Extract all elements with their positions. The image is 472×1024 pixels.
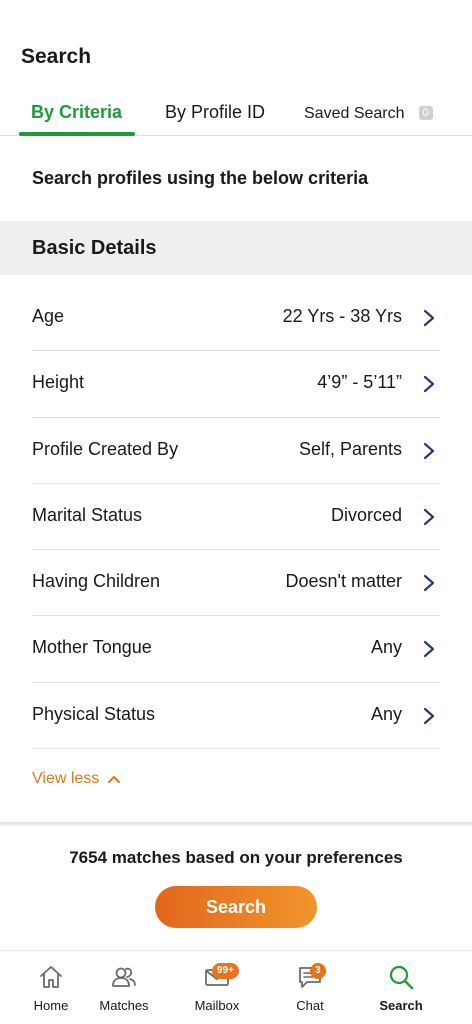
criteria-value: 22 Yrs - 38 Yrs	[282, 306, 402, 326]
criteria-row-height[interactable]: Height 4’9” - 5’11”	[32, 351, 440, 418]
home-icon	[40, 966, 62, 988]
criteria-label: Physical Status	[32, 703, 156, 724]
criteria-row-profile-created-by[interactable]: Profile Created By Self, Parents	[32, 418, 440, 484]
view-less-link[interactable]: View less	[32, 770, 121, 788]
criteria-row-age[interactable]: Age 22 Yrs - 38 Yrs	[32, 285, 440, 352]
nav-label-mailbox: Mailbox	[194, 998, 240, 1013]
matches-count-text: 7654 matches based on your preferences	[69, 848, 403, 867]
nav-label-home: Home	[33, 998, 69, 1013]
search-button[interactable]: Search	[155, 886, 317, 928]
criteria-label: Having Children	[32, 571, 161, 592]
saved-search-count-badge: 0	[418, 106, 433, 120]
nav-item-home[interactable]: Home	[22, 951, 80, 1024]
criteria-value: Divorced	[330, 504, 402, 525]
tab-saved-search[interactable]: Saved Search 0	[304, 105, 433, 139]
criteria-label: Age	[32, 306, 65, 326]
chevron-up-icon	[108, 776, 121, 783]
chevron-right-icon	[423, 508, 435, 525]
criteria-list: Age 22 Yrs - 38 Yrs Height 4’9” - 5’11” …	[32, 285, 440, 750]
chevron-right-icon	[423, 641, 435, 658]
criteria-value: Self, Parents	[298, 438, 402, 459]
criteria-row-having-children[interactable]: Having Children Doesn't matter	[32, 550, 440, 617]
view-less-label: View less	[32, 770, 100, 787]
chevron-right-icon	[423, 309, 435, 327]
criteria-subtitle: Search profiles using the below criteria	[32, 168, 369, 188]
criteria-row-mother-tongue[interactable]: Mother Tongue Any	[32, 616, 440, 683]
page-title: Search	[21, 45, 92, 68]
tab-active-underline	[19, 132, 135, 136]
tab-by-profile-id[interactable]: By Profile ID	[165, 102, 265, 136]
nav-item-matches[interactable]: Matches	[90, 951, 158, 1024]
nav-item-mailbox[interactable]: 99+ Mailbox	[182, 951, 252, 1024]
tab-by-criteria[interactable]: By Criteria	[31, 102, 122, 136]
criteria-label: Marital Status	[32, 504, 143, 525]
bottom-navigation: Home Matches 99+ Mailbox 3 Chat Search	[0, 950, 472, 1024]
bottom-panel-divider	[0, 822, 472, 826]
nav-label-chat: Chat	[296, 998, 324, 1013]
criteria-value: Doesn't matter	[285, 571, 402, 592]
mailbox-badge: 99+	[212, 963, 239, 979]
tab-saved-search-label: Saved Search	[304, 105, 405, 122]
criteria-label: Height	[32, 372, 85, 393]
search-icon	[389, 965, 414, 990]
chat-badge: 3	[310, 963, 326, 979]
nav-item-chat[interactable]: 3 Chat	[282, 951, 338, 1024]
chevron-right-icon	[423, 442, 435, 459]
chevron-right-icon	[423, 707, 435, 724]
criteria-label: Profile Created By	[32, 438, 179, 459]
criteria-row-physical-status[interactable]: Physical Status Any	[32, 683, 440, 750]
nav-item-search[interactable]: Search	[370, 951, 432, 1024]
section-title: Basic Details	[32, 237, 157, 259]
criteria-value: 4’9” - 5’11”	[317, 372, 402, 393]
criteria-value: Any	[370, 703, 402, 724]
criteria-row-marital-status[interactable]: Marital Status Divorced	[32, 484, 440, 551]
tab-bar: By Criteria By Profile ID Saved Search 0	[0, 96, 472, 136]
section-header: Basic Details	[0, 221, 472, 275]
criteria-value: Any	[370, 637, 402, 658]
users-icon	[112, 967, 136, 987]
chevron-right-icon	[423, 376, 435, 393]
nav-label-search: Search	[379, 998, 423, 1013]
nav-label-matches: Matches	[99, 998, 149, 1013]
chevron-right-icon	[423, 575, 435, 592]
criteria-label: Mother Tongue	[32, 637, 152, 658]
